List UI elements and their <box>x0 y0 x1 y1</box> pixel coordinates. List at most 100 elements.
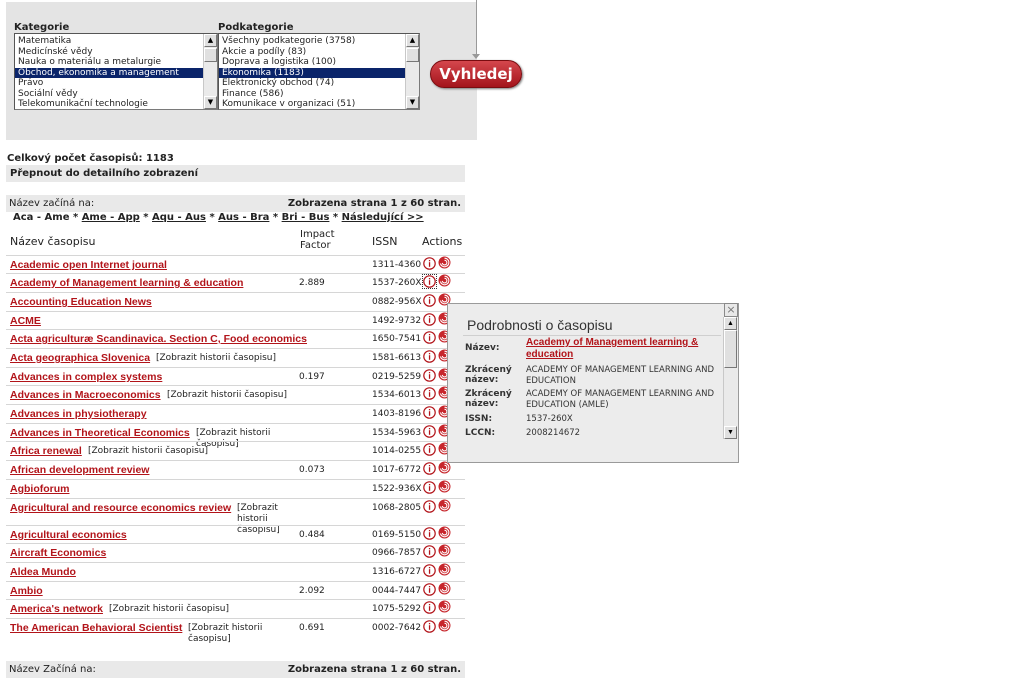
scroll-thumb[interactable] <box>724 330 737 368</box>
close-icon[interactable]: × <box>724 303 738 317</box>
info-icon[interactable] <box>423 583 436 596</box>
scroll-up-icon[interactable]: ▲ <box>724 317 737 330</box>
subcategory-option[interactable]: Ekonomika (1183) <box>219 67 406 78</box>
category-listbox[interactable]: Matematika Medicínské vědy Nauka o materiá… <box>14 33 218 110</box>
alpha-range-link[interactable]: Ame - App <box>82 212 140 223</box>
subcategory-option[interactable]: Všechny podkategorie (3758) <box>219 36 406 47</box>
info-icon[interactable] <box>423 500 436 513</box>
alpha-range-link[interactable]: Aus - Bra <box>218 212 269 223</box>
category-option[interactable]: Právo <box>15 78 204 89</box>
info-icon[interactable] <box>422 274 437 289</box>
category-option[interactable]: Sociální vědy <box>15 89 204 100</box>
subcategory-option[interactable]: Akcie a podíly (83) <box>219 47 406 58</box>
journal-history-link[interactable]: [Zobrazit historii časopisu] <box>167 390 287 400</box>
issn-value: 0966-7857 <box>372 548 422 558</box>
category-option[interactable]: Telekomunikační technologie <box>15 99 204 109</box>
history-spiral-icon[interactable] <box>438 499 451 512</box>
journal-title-link[interactable]: Academic open Internet journal <box>10 259 167 271</box>
table-row: Accounting Education News 0882-956X <box>6 292 465 311</box>
column-header-impact: Impact <box>300 229 335 240</box>
scroll-down-icon[interactable]: ▼ <box>406 96 419 109</box>
impact-factor-value: 2.889 <box>299 278 325 288</box>
journal-history-link[interactable]: [Zobrazit historii časopisu] <box>109 604 229 614</box>
journal-title-link[interactable]: Agricultural economics <box>10 529 127 541</box>
history-spiral-icon[interactable] <box>438 480 451 493</box>
history-spiral-icon[interactable] <box>438 563 451 576</box>
subcategory-option[interactable]: Komunikace v organizaci (51) <box>219 99 406 109</box>
journal-title-link[interactable]: Academy of Management learning & educati… <box>10 277 243 289</box>
info-icon[interactable] <box>423 545 436 558</box>
info-icon[interactable] <box>423 564 436 577</box>
journal-title-link[interactable]: ACME <box>10 315 41 327</box>
journal-title-link[interactable]: Aircraft Economics <box>10 547 106 559</box>
info-icon[interactable] <box>423 331 436 344</box>
info-icon[interactable] <box>423 369 436 382</box>
journal-title-link[interactable]: Advances in complex systems <box>10 371 162 383</box>
info-icon[interactable] <box>423 443 436 456</box>
subcategory-option[interactable]: Finance (586) <box>219 89 406 100</box>
journal-title-link[interactable]: African development review <box>10 464 149 476</box>
info-icon[interactable] <box>423 425 436 438</box>
detail-title-link[interactable]: Academy of Management learning & educati… <box>526 337 716 361</box>
journal-title-link[interactable]: Acta agriculturæ Scandinavica. Section C… <box>10 333 307 345</box>
subcategory-listbox[interactable]: Všechny podkategorie (3758) Akcie a podíl… <box>218 33 420 110</box>
journal-title-link[interactable]: Agbioforum <box>10 483 70 495</box>
alpha-range-link[interactable]: Aqu - Aus <box>152 212 206 223</box>
scroll-thumb[interactable] <box>204 48 217 62</box>
toggle-detail-view-link[interactable]: Přepnout do detailního zobrazení <box>6 165 465 182</box>
history-spiral-icon[interactable] <box>438 619 451 632</box>
journal-title-link[interactable]: America's network <box>10 603 103 615</box>
info-icon[interactable] <box>423 601 436 614</box>
subcategory-option[interactable]: Doprava a logistika (100) <box>219 57 406 68</box>
history-spiral-icon[interactable] <box>438 526 451 539</box>
journal-title-link[interactable]: Africa renewal <box>10 445 82 457</box>
category-option[interactable]: Obchod, ekonomika a management <box>15 67 204 78</box>
table-row: Acta geographica Slovenica [Zobrazit hist… <box>6 348 465 367</box>
journal-title-link[interactable]: Aldea Mundo <box>10 566 76 578</box>
journal-title-link[interactable]: Acta geographica Slovenica <box>10 352 150 364</box>
history-spiral-icon[interactable] <box>438 582 451 595</box>
popup-scrollbar[interactable]: ▲ ▼ <box>723 317 737 439</box>
history-spiral-icon[interactable] <box>438 256 451 269</box>
scroll-up-icon[interactable]: ▲ <box>406 34 419 47</box>
category-option[interactable]: Matematika <box>15 36 204 47</box>
history-spiral-icon[interactable] <box>438 600 451 613</box>
scroll-up-icon[interactable]: ▲ <box>204 34 217 47</box>
info-icon[interactable] <box>423 257 436 270</box>
next-page-link[interactable]: Následující >> <box>342 212 424 223</box>
scroll-down-icon[interactable]: ▼ <box>204 96 217 109</box>
category-option[interactable]: Medicínské vědy <box>15 47 204 58</box>
journal-history-link[interactable]: [Zobrazit historii časopisu] <box>156 353 276 363</box>
journal-title-link[interactable]: The American Behavioral Scientist <box>10 622 182 634</box>
info-icon[interactable] <box>423 313 436 326</box>
journal-title-link[interactable]: Advances in Macroeconomics <box>10 389 161 401</box>
info-icon[interactable] <box>423 620 436 633</box>
category-scrollbar[interactable]: ▲ ▼ <box>203 34 217 109</box>
search-button[interactable]: Vyhledej <box>430 60 522 88</box>
scroll-thumb[interactable] <box>406 48 419 62</box>
journal-title-link[interactable]: Advances in physiotherapy <box>10 408 147 420</box>
info-icon[interactable] <box>423 481 436 494</box>
subcategory-scrollbar[interactable]: ▲ ▼ <box>405 34 419 109</box>
journal-title-link[interactable]: Accounting Education News <box>10 296 152 308</box>
info-icon[interactable] <box>423 462 436 475</box>
info-icon[interactable] <box>423 406 436 419</box>
history-spiral-icon[interactable] <box>438 274 451 287</box>
history-spiral-icon[interactable] <box>438 544 451 557</box>
info-icon[interactable] <box>423 387 436 400</box>
journal-title-link[interactable]: Ambio <box>10 585 43 597</box>
scroll-down-icon[interactable]: ▼ <box>724 426 737 439</box>
journal-history-link[interactable]: [Zobrazit historii časopisu] <box>88 446 208 456</box>
journal-history-link[interactable]: [Zobrazit historii časopisu] <box>188 623 294 645</box>
subcategory-option[interactable]: Elektronický obchod (74) <box>219 78 406 89</box>
connector-arrow-icon <box>472 54 480 59</box>
alpha-range-link[interactable]: Bri - Bus <box>282 212 330 223</box>
table-row: America's network [Zobrazit historii časo… <box>6 599 465 618</box>
info-icon[interactable] <box>423 527 436 540</box>
info-icon[interactable] <box>423 294 436 307</box>
table-row: The American Behavioral Scientist [Zobraz… <box>6 618 465 644</box>
journal-title-link[interactable]: Agricultural and resource economics revi… <box>10 502 231 514</box>
journal-title-link[interactable]: Advances in Theoretical Economics <box>10 427 190 439</box>
info-icon[interactable] <box>423 350 436 363</box>
category-option[interactable]: Nauka o materiálu a metalurgie <box>15 57 204 68</box>
